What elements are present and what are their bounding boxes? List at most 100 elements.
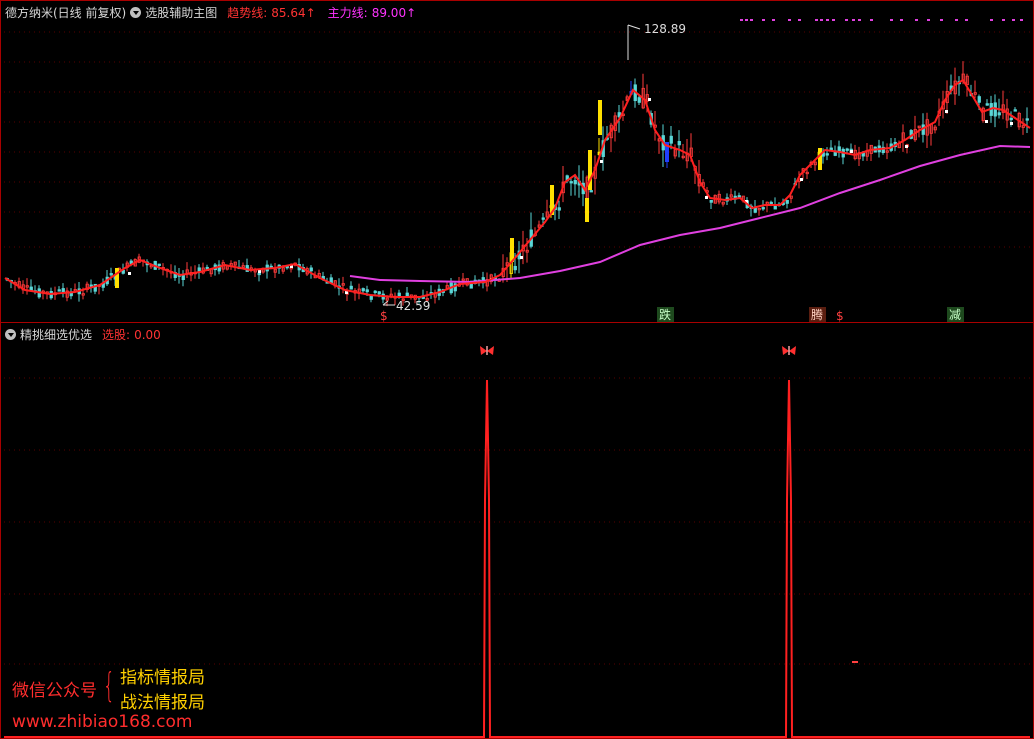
signal-dot	[772, 19, 775, 21]
marker	[600, 160, 603, 163]
candle-body	[157, 263, 161, 266]
signal-dot	[740, 19, 743, 21]
signal-dot	[832, 19, 835, 21]
candle-body	[541, 217, 545, 220]
fall-signal: 跌	[657, 307, 674, 322]
candle-body	[1025, 118, 1029, 121]
candle-body	[365, 289, 369, 293]
candle-body	[109, 273, 113, 276]
buy-signal-2: $	[836, 309, 844, 323]
watermark-wechat: 微信公众号	[12, 681, 97, 701]
signal-dot	[762, 19, 765, 21]
candle-body	[977, 96, 981, 103]
signal-dot	[990, 19, 993, 21]
candle-body	[57, 289, 61, 292]
butterfly-icon	[782, 346, 796, 355]
candle-body	[589, 190, 593, 193]
watermark-brace: {	[103, 666, 115, 706]
rise-signal: 腾	[809, 307, 826, 322]
signal-dot	[826, 19, 829, 21]
signal-dot	[1012, 19, 1015, 21]
candle-body	[181, 274, 185, 280]
butterfly-icon	[480, 346, 494, 355]
signal-dot	[870, 19, 873, 21]
candle-body	[997, 112, 1001, 116]
marker	[1010, 122, 1013, 125]
signal-dot	[858, 19, 861, 21]
highlight-bar	[818, 148, 822, 170]
candle-body	[377, 291, 381, 295]
candle-body	[513, 265, 517, 271]
top-dots	[740, 19, 1023, 21]
watermark-url: www.zhibiao168.com	[12, 712, 193, 732]
chart-canvas: 128.89 42.59 $ $ 跌 腾 减	[4, 19, 1031, 738]
candle-body	[309, 267, 313, 272]
candle-body	[637, 97, 641, 103]
signal-dot	[1020, 19, 1023, 21]
grid-lines	[4, 31, 1030, 665]
svg-text:跌: 跌	[659, 307, 671, 322]
signal-dot	[815, 19, 818, 21]
watermark-line2: 战法情报局	[120, 693, 205, 713]
buy-signal-1: $	[380, 309, 388, 323]
candle-body	[257, 272, 261, 276]
signal-dot	[852, 19, 855, 21]
reduce-signal: 减	[947, 307, 964, 322]
marker	[850, 150, 853, 153]
watermark-line1: 指标情报局	[120, 668, 205, 688]
signal-dot	[940, 19, 943, 21]
candle-body	[349, 285, 353, 290]
marker	[128, 272, 131, 275]
signal-dot	[798, 19, 801, 21]
candle-body	[769, 201, 773, 205]
marker	[985, 120, 988, 123]
candle-body	[61, 288, 65, 293]
candle-body	[361, 288, 365, 292]
candle-body	[677, 141, 681, 146]
candle-body	[557, 207, 561, 211]
candle-body	[29, 286, 33, 291]
candle-body	[197, 267, 201, 272]
signal-dot	[1002, 19, 1005, 21]
marker	[945, 110, 948, 113]
candle-body	[569, 181, 573, 184]
candle-body	[761, 207, 765, 210]
signal-dot	[745, 19, 748, 21]
signal-dot	[927, 19, 930, 21]
high-price-label: 128.89	[627, 22, 686, 60]
candle-body	[669, 135, 673, 144]
highlight-bar	[598, 100, 602, 135]
signal-dot	[955, 19, 958, 21]
signal-dot	[750, 19, 753, 21]
marker	[648, 98, 651, 101]
low-price-text: 42.59	[396, 299, 430, 313]
signal-dot	[890, 19, 893, 21]
marker	[520, 256, 523, 259]
highlight-bar	[115, 268, 119, 288]
tiny-mark	[852, 661, 858, 663]
signal-dot	[820, 19, 823, 21]
svg-text:腾: 腾	[811, 307, 823, 322]
candlesticks	[5, 61, 1029, 307]
candle-body	[573, 179, 577, 185]
signal-dot	[788, 19, 791, 21]
signal-dot	[965, 19, 968, 21]
high-price-text: 128.89	[644, 22, 686, 36]
marker	[258, 270, 261, 273]
candle-body	[1013, 109, 1017, 112]
low-price-label: 42.59	[382, 299, 430, 313]
candle-body	[985, 103, 989, 106]
marker	[905, 145, 908, 148]
candle-body	[845, 148, 849, 151]
butterfly-icons	[480, 346, 796, 355]
highlight-bar	[585, 198, 589, 222]
candle-body	[373, 290, 377, 294]
svg-text:减: 减	[949, 308, 961, 322]
candle-body	[1009, 117, 1013, 121]
candle-body	[825, 153, 829, 156]
signal-dot	[915, 19, 918, 21]
marker	[705, 196, 708, 199]
candle-body	[785, 200, 789, 204]
main-force-line	[349, 144, 1031, 284]
marker	[800, 178, 803, 181]
